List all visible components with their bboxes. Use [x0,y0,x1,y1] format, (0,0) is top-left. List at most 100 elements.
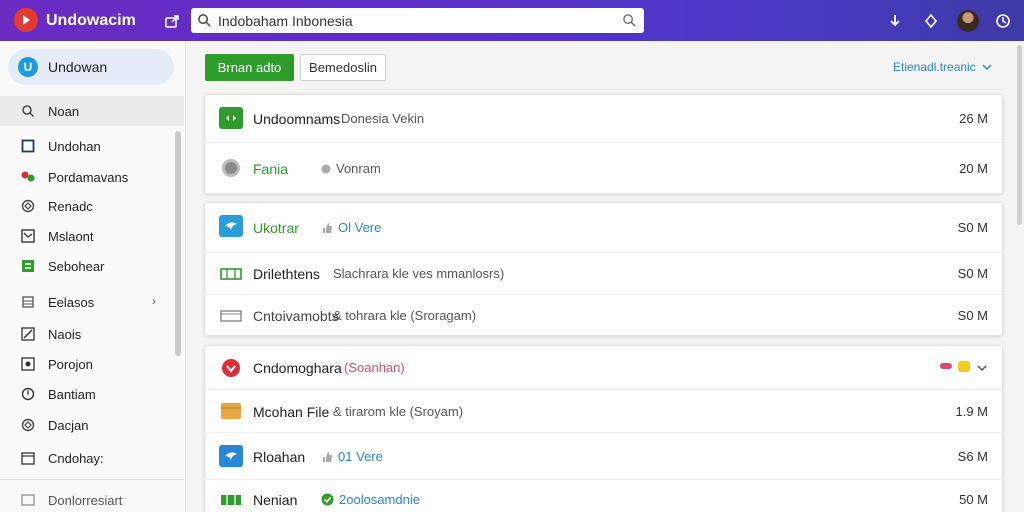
file-name: Cntoivamobts [253,308,339,324]
check-icon [321,493,334,506]
download-icon[interactable] [886,12,904,30]
sidebar-item-donlorresiart[interactable]: Donlorresiart [0,485,184,512]
bird-icon [219,445,243,467]
file-row[interactable]: Rloahan 01 Vere S6 M [205,433,1002,480]
sidebar-item-undohan[interactable]: Undohan [0,131,184,161]
sidebar-account-item[interactable]: U Undowan [8,49,174,85]
sidebar-scrollbar[interactable] [175,131,181,356]
sidebar-item-pordamavans[interactable]: Pordamavans [0,162,184,192]
sidebar-item-label: Noan [48,104,80,119]
file-group-card: Undoomnams : Donesia Vekin 26 M Fania Vo… [204,94,1003,194]
search-submit-icon[interactable] [622,13,637,28]
sidebar-item-label: Bantiam [48,387,96,402]
file-row[interactable]: Ukotrar Ol Vere S0 M [205,203,1002,253]
top-bar: Undowacim [0,0,1024,41]
location-icon[interactable] [922,12,940,30]
file-name: Fania [253,161,289,177]
file-meta: Slachrara kle ves mmanlosrs) [333,266,505,281]
file-row[interactable]: Undoomnams : Donesia Vekin 26 M [205,95,1002,143]
file-meta: 2oolosamdnie [321,492,420,507]
file-meta: Donesia Vekin [341,111,425,126]
thumb-icon [323,222,332,233]
image-icon [20,356,36,372]
user-avatar[interactable] [957,10,979,32]
file-row[interactable]: Nenian 2oolosamdnie 50 M [205,480,1002,512]
app-logo-icon[interactable] [14,8,38,32]
account-badge: U [18,57,38,77]
file-icon [20,138,36,154]
frame-icon [219,305,243,327]
sidebar-item-noan[interactable]: Noan [0,96,184,126]
chevron-right-icon[interactable]: › [152,294,156,308]
file-meta-text: Vonram [336,161,381,176]
file-row[interactable]: Cntoivamobts & tohrara kle (Sroragam) S0… [205,295,1002,335]
sidebar: U Undowan Noan Undohan Pordamavans Renad… [0,41,186,512]
sidebar-item-bantiam[interactable]: Bantiam [0,379,184,409]
sidebar-item-label: Undohan [48,139,101,154]
file-meta: Ol Vere [321,220,381,235]
file-name: Nenian [253,492,298,508]
arrows-icon [219,107,243,129]
sort-dropdown[interactable]: Etienadl.treanic [893,60,992,74]
secondary-action-button[interactable]: Bemedoslin [300,54,386,81]
sidebar-item-label: Mslaont [48,229,94,244]
sidebar-item-eelasos[interactable]: Eelasos › [0,287,184,317]
file-group-card: Cndomoghara (Soanhan) Mcohan File & tira… [204,345,1003,512]
file-meta: 01 Vere [321,449,383,464]
frame-icon [219,489,243,511]
chart-icon [20,228,36,244]
sidebar-divider [0,479,184,480]
people-icon [20,169,36,185]
file-meta: Vonram [321,161,381,176]
clock-icon [20,386,36,402]
chevron-down-icon [982,60,992,74]
sidebar-item-dacjan[interactable]: Dacjan [0,410,184,440]
search-input[interactable] [218,11,608,30]
calendar-icon [20,450,36,466]
chevron-down-icon[interactable] [977,360,987,375]
sidebar-item-mslaont[interactable]: Mslaont [0,221,184,251]
heart-icon [219,357,243,379]
globe-icon [20,417,36,433]
file-meta: (Soanhan) [344,360,405,375]
circle-icon [219,157,243,179]
file-meta: & tirarom kle (Sroyam) [333,404,464,419]
search-bar[interactable] [191,8,644,33]
dot-icon [321,164,331,173]
folder-icon [219,400,243,422]
sidebar-item-label: Pordamavans [48,170,129,185]
sync-icon[interactable] [994,12,1012,30]
file-size: 1.9 M [955,404,988,419]
share-icon[interactable] [163,12,181,30]
sort-label: Etienadl.treanic [893,60,976,74]
file-name: Cndomoghara [253,360,342,376]
file-meta-text: 2oolosamdnie [339,492,420,507]
file-meta-text: 01 Vere [338,449,383,464]
file-row[interactable]: Fania Vonram 20 M [205,143,1002,193]
tag-yellow-icon [958,361,970,372]
sidebar-item-naois[interactable]: Naois [0,319,184,349]
main-scrollbar[interactable] [1017,45,1022,225]
app-title: Undowacim [46,12,136,29]
sidebar-item-label: Renadc [48,199,93,214]
separator: : [333,111,337,126]
sidebar-item-porojon[interactable]: Porojon [0,349,184,379]
sidebar-item-label: Sebohear [48,259,105,274]
tag-pink-icon [940,363,952,369]
file-row[interactable]: Drilethtens Slachrara kle ves mmanlosrs)… [205,253,1002,295]
file-row[interactable]: Mcohan File & tirarom kle (Sroyam) 1.9 M [205,390,1002,433]
grid-icon [20,258,36,274]
thumb-icon [323,451,332,462]
sidebar-item-label: Dacjan [48,418,89,433]
sidebar-item-sebohear[interactable]: Sebohear [0,251,184,281]
sidebar-item-label: Naois [48,327,82,342]
file-row[interactable]: Cndomoghara (Soanhan) [205,346,1002,390]
search-icon [20,103,36,119]
file-name: Mcohan File [253,404,330,420]
file-name: Undoomnams [253,111,341,127]
file-group-card: Ukotrar Ol Vere S0 M Drilethtens Slachra… [204,202,1003,336]
primary-action-button[interactable]: Brnan adto [205,54,294,81]
sidebar-item-renadc[interactable]: Renadc [0,191,184,221]
sidebar-item-cndohay[interactable]: Cndohay: [0,443,184,473]
file-meta-text: Ol Vere [338,220,382,235]
